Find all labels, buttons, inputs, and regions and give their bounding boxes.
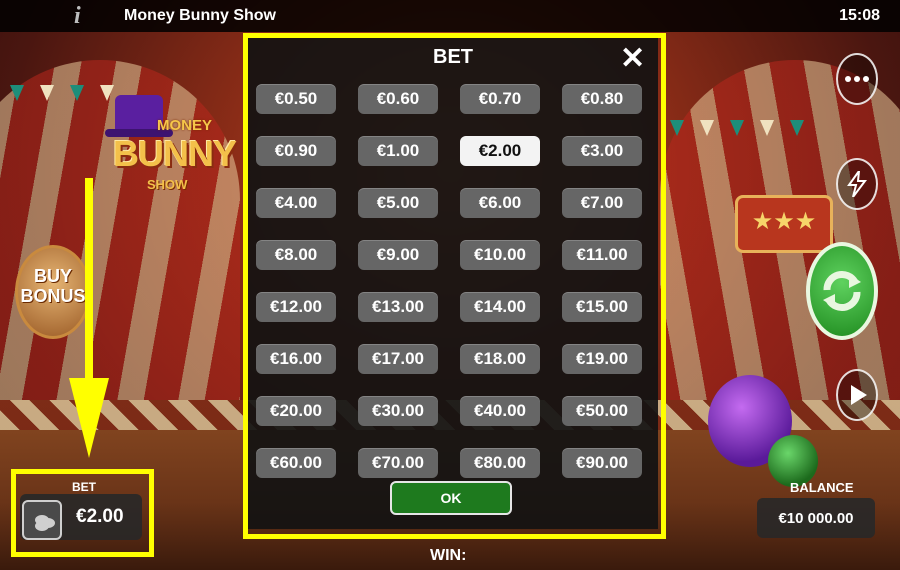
balance-label: BALANCE [790, 480, 854, 495]
game-logo: MONEY BUNNY SHOW [105, 95, 237, 205]
top-bar: i Money Bunny Show 15:08 [0, 0, 900, 32]
buy-bonus-label-1: BUY [33, 266, 72, 286]
play-icon [851, 385, 867, 405]
annotation-highlight-modal [243, 33, 666, 539]
spin-button[interactable] [806, 242, 878, 340]
top-hat-icon [105, 95, 173, 137]
more-dots-icon [845, 76, 869, 82]
lightning-icon [847, 171, 867, 197]
logo-bunny-text: BUNNY [113, 133, 237, 174]
autoplay-button[interactable] [836, 369, 878, 421]
win-label: WIN: [430, 547, 467, 564]
logo-show-text: SHOW [147, 177, 188, 192]
buy-bonus-button[interactable]: BUY BONUS [15, 245, 91, 339]
balance-value: €10 000.00 [778, 510, 854, 527]
stars-sign: ★★★ [735, 195, 833, 253]
annotation-highlight-bet [11, 469, 154, 557]
pennant-string-right [660, 120, 900, 142]
game-title: Money Bunny Show [124, 7, 276, 24]
annotation-arrow-head [69, 378, 109, 458]
menu-button[interactable] [836, 53, 878, 105]
info-icon[interactable]: i [74, 3, 81, 30]
turbo-button[interactable] [836, 158, 878, 210]
logo-money-text: MONEY [157, 117, 213, 134]
annotation-arrow-shaft [85, 178, 93, 378]
spin-arrows-icon [823, 270, 861, 312]
buy-bonus-label-2: BONUS [20, 286, 86, 306]
clock: 15:08 [839, 7, 880, 24]
